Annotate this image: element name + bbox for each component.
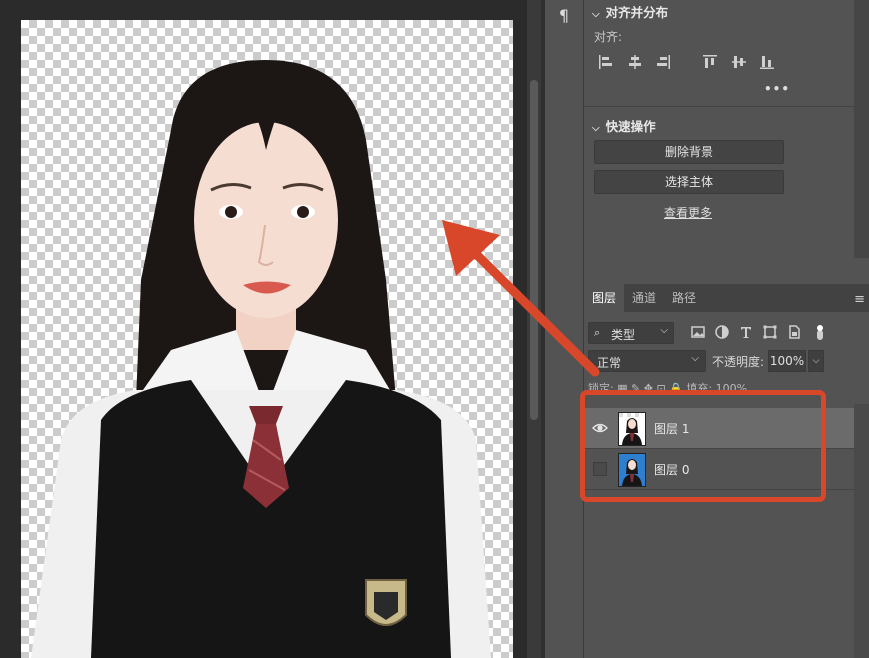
canvas-area[interactable]: [0, 0, 527, 658]
tab-layers[interactable]: 图层: [584, 284, 625, 312]
shape-filter-icon[interactable]: [762, 324, 778, 340]
select-subject-button[interactable]: 选择主体: [594, 170, 784, 194]
remove-background-button[interactable]: 删除背景: [594, 140, 784, 164]
filter-toggle-icon[interactable]: [816, 324, 824, 340]
portrait-image: [31, 60, 491, 658]
blend-mode-select[interactable]: 正常 ⌵: [588, 350, 706, 372]
search-icon: ⌕: [594, 326, 601, 339]
align-bottom-icon[interactable]: [759, 54, 775, 70]
chevron-down-icon[interactable]: ⌵: [808, 350, 824, 372]
scrollbar-thumb[interactable]: [530, 80, 538, 420]
opacity-input[interactable]: 100%: [768, 350, 806, 372]
chevron-down-icon: ⌵: [660, 325, 668, 336]
properties-scrollbar[interactable]: [854, 0, 869, 258]
type-filter-icon[interactable]: [738, 324, 754, 340]
smart-object-filter-icon[interactable]: [786, 324, 802, 340]
panel-menu-icon[interactable]: ≡: [854, 292, 865, 307]
paragraph-icon[interactable]: ¶: [551, 2, 577, 30]
align-section-header[interactable]: ⌵ 对齐并分布: [592, 2, 668, 21]
blend-mode-value: 正常: [597, 356, 622, 370]
quick-actions-header[interactable]: ⌵ 快速操作: [592, 116, 656, 135]
tab-paths[interactable]: 路径: [664, 284, 704, 312]
align-left-icon[interactable]: [598, 54, 614, 70]
section-divider: [584, 106, 854, 107]
align-label: 对齐:: [594, 30, 623, 44]
align-hcenter-icon[interactable]: [627, 54, 643, 70]
chevron-down-icon: ⌵: [592, 123, 600, 134]
filter-value: 类型: [611, 328, 636, 342]
see-more-link[interactable]: 查看更多: [664, 204, 712, 221]
layers-tabs: 图层 通道 路径 ≡: [584, 284, 869, 312]
quick-actions-title: 快速操作: [605, 119, 656, 134]
image-filter-icon[interactable]: [690, 324, 706, 340]
tab-channels[interactable]: 通道: [624, 284, 664, 312]
align-top-icon[interactable]: [702, 54, 718, 70]
document-canvas[interactable]: [21, 20, 513, 658]
annotation-highlight-box: [580, 390, 826, 502]
align-vcenter-icon[interactable]: [731, 54, 747, 70]
adjustment-filter-icon[interactable]: [714, 324, 730, 340]
more-options-icon[interactable]: •••: [764, 82, 790, 96]
layer-filter-select[interactable]: ⌕ 类型 ⌵: [588, 322, 674, 344]
collapsed-panel-column: ¶: [545, 0, 584, 658]
align-right-icon[interactable]: [655, 54, 671, 70]
chevron-down-icon: ⌵: [691, 353, 699, 364]
canvas-vertical-scrollbar[interactable]: [527, 0, 541, 658]
opacity-label: 不透明度:: [712, 355, 765, 369]
layers-scrollbar[interactable]: [854, 404, 869, 658]
chevron-down-icon: ⌵: [592, 9, 600, 20]
align-section-title: 对齐并分布: [605, 5, 669, 20]
properties-panel: ⌵ 对齐并分布 对齐: ••• ⌵ 快速操作 删除背景 选择主体 查看更多: [584, 0, 869, 284]
